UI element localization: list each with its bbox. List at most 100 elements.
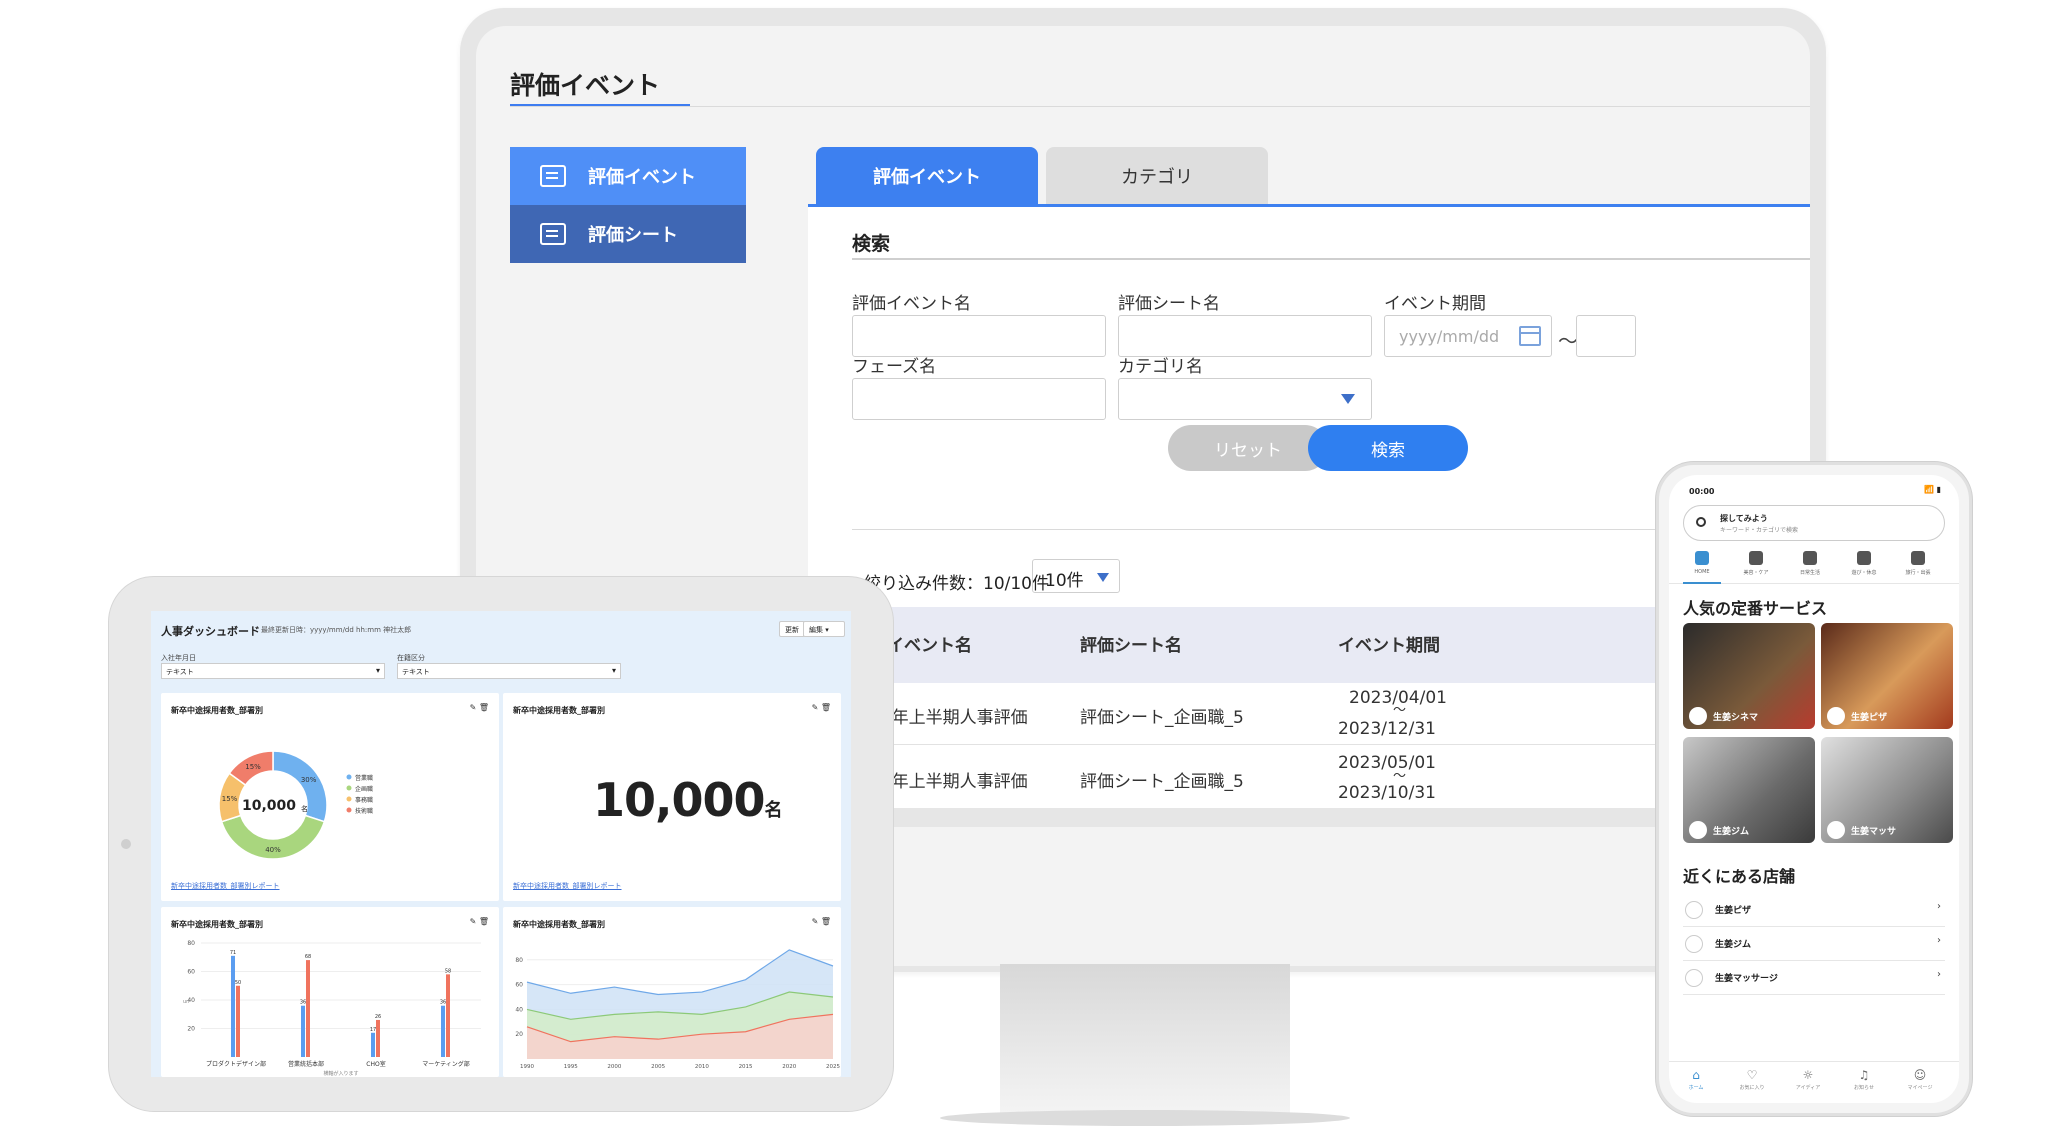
report-link[interactable]: 新卒中途採用者数_部署別レポート	[513, 881, 622, 891]
y-tick-label: 20	[187, 1026, 195, 1033]
period-end-input[interactable]	[1576, 315, 1636, 357]
category-home[interactable]: HOME	[1677, 551, 1727, 575]
tab-category[interactable]: カテゴリ	[1046, 147, 1268, 205]
nav-label: お知らせ	[1854, 1085, 1874, 1091]
home-icon: ⌂	[1692, 1068, 1700, 1082]
nav-favorites[interactable]: ♡ お気に入り	[1729, 1068, 1775, 1091]
update-button[interactable]: 更新	[779, 621, 805, 637]
bottom-nav: ⌂ ホーム ♡ お気に入り ☼ アイディア ♫ お知らせ ☺ マイページ	[1669, 1061, 1959, 1103]
category-select[interactable]	[1118, 378, 1372, 420]
dropdown-arrow-icon	[1097, 573, 1109, 582]
period-separator: ～	[1393, 703, 1407, 718]
category-active-indicator	[1683, 582, 1721, 584]
list-item-label: 生姜ジム	[1715, 940, 1752, 950]
list-item[interactable]: 生姜マッサージ ›	[1683, 961, 1945, 995]
nav-label: マイページ	[1907, 1085, 1933, 1091]
phone-device: 00:00 📶 ▮ 探してみよう キーワード・カテゴリで検索 HOME 美容・ケ…	[1656, 462, 1972, 1116]
nav-mypage[interactable]: ☺ マイページ	[1897, 1068, 1943, 1091]
kpi-value: 10,000名	[593, 773, 783, 827]
column-header-sheet[interactable]: 評価シート名	[1080, 631, 1182, 656]
sheet-name-input[interactable]	[1118, 315, 1372, 357]
sidebar-item-evaluation-sheet[interactable]: 評価シート	[510, 205, 746, 263]
category-play[interactable]: 遊び・休息	[1839, 551, 1889, 576]
service-tile-gym[interactable]: 生姜ジム	[1683, 737, 1815, 843]
category-label: 美容・ケア	[1743, 570, 1769, 576]
nav-ideas[interactable]: ☼ アイディア	[1785, 1068, 1831, 1091]
tab-bar: 評価イベント カテゴリ	[816, 147, 1276, 205]
bar-data-label: 68	[305, 954, 311, 960]
search-button[interactable]: 検索	[1308, 425, 1468, 471]
card-title: 新卒中途採用者数_部署別	[513, 706, 605, 715]
search-icon	[1696, 517, 1706, 527]
sidebar-item-evaluation-event[interactable]: 評価イベント	[510, 147, 746, 205]
phone-search-bar[interactable]: 探してみよう キーワード・カテゴリで検索	[1683, 505, 1945, 541]
search-section-title: 検索	[852, 233, 891, 255]
period-start-input[interactable]: yyyy/mm/dd	[1384, 315, 1552, 357]
x-tick-label: プロダクトデザイン部	[206, 1060, 266, 1068]
nav-home[interactable]: ⌂ ホーム	[1673, 1068, 1719, 1091]
per-page-value: 10件	[1045, 571, 1084, 591]
x-tick-label: 1990	[520, 1064, 534, 1070]
list-item[interactable]: 生姜ジム ›	[1683, 927, 1945, 961]
category-daily[interactable]: 日常生活	[1785, 551, 1835, 576]
bar-data-label: 58	[445, 968, 451, 974]
phase-name-input[interactable]	[852, 378, 1106, 420]
category-beauty[interactable]: 美容・ケア	[1731, 551, 1781, 576]
dashboard-card-kpi: 新卒中途採用者数_部署別 ✎ 🗑 10,000名 新卒中途採用者数_部署別レポー…	[503, 693, 841, 901]
popular-section-title: 人気の定番サービス	[1683, 599, 1828, 618]
search-title: 探してみよう	[1720, 514, 1768, 523]
filter-hire-date-label: 入社年月日	[161, 654, 196, 662]
calendar-icon[interactable]	[1519, 326, 1541, 346]
period-end: 2023/12/31	[1338, 719, 1436, 739]
list-item-label: 生姜ピザ	[1715, 906, 1752, 916]
legend-label: 企画職	[355, 785, 373, 793]
edit-button[interactable]: 編集 ▾	[803, 621, 845, 637]
report-link[interactable]: 新卒中途採用者数_部署別レポート	[171, 881, 280, 891]
y-tick-label: 80	[187, 940, 195, 947]
nav-label: お気に入り	[1739, 1085, 1765, 1091]
cell-sheet-name: 評価シート_企画職_5	[1080, 708, 1244, 728]
reset-button[interactable]: リセット	[1168, 425, 1328, 471]
bar	[446, 974, 450, 1057]
home-category-icon	[1695, 551, 1709, 565]
bar-data-label: 17	[370, 1027, 376, 1033]
category-travel[interactable]: 旅行・出張	[1893, 551, 1943, 576]
service-tile-massage[interactable]: 生姜マッサ	[1821, 737, 1953, 843]
donut-chart: 30% 40% 15% 15% 10,000 名 営業職企画職事務職技術職	[218, 750, 373, 860]
x-tick-label: 2020	[782, 1064, 796, 1070]
event-name-input[interactable]	[852, 315, 1106, 357]
bell-icon: ♫	[1858, 1068, 1870, 1082]
monitor-base	[940, 1110, 1350, 1126]
dumbbell-icon	[1685, 935, 1703, 953]
tab-evaluation-event[interactable]: 評価イベント	[816, 147, 1038, 205]
leaf-icon	[1685, 969, 1703, 987]
card-edit-delete-icons[interactable]: ✎ 🗑	[812, 703, 831, 712]
y-tick-label: 40	[515, 1006, 523, 1013]
sheet-icon	[540, 223, 566, 245]
period-separator: ～	[1558, 329, 1578, 353]
tile-label: 生姜ジム	[1713, 827, 1750, 837]
period-start: 2023/05/01	[1338, 753, 1436, 773]
nav-notifications[interactable]: ♫ お知らせ	[1841, 1068, 1887, 1091]
service-tile-cinema[interactable]: 生姜シネマ	[1683, 623, 1815, 729]
column-header-period[interactable]: イベント期間	[1338, 631, 1440, 656]
service-tile-pizza[interactable]: 生姜ピザ	[1821, 623, 1953, 729]
legend-marker	[346, 796, 352, 802]
list-item[interactable]: 生姜ピザ ›	[1683, 893, 1945, 927]
filter-hire-date-select[interactable]: テキスト	[161, 663, 385, 679]
sidebar-item-label: 評価イベント	[588, 167, 696, 188]
donut-slice-label: 15%	[222, 795, 238, 803]
hand-icon	[1857, 551, 1871, 565]
avatar-icon: ☺	[1913, 1068, 1927, 1082]
event-name-label: 評価イベント名	[852, 294, 971, 314]
phase-name-label: フェーズ名	[852, 357, 937, 377]
chevron-down-icon: ▾	[825, 626, 829, 634]
bar-data-label: 36	[440, 1000, 446, 1006]
category-name-label: カテゴリ名	[1118, 357, 1203, 377]
category-label: HOME	[1694, 569, 1710, 575]
lightbulb-icon: ☼	[1802, 1068, 1814, 1082]
per-page-select[interactable]: 10件	[1032, 559, 1120, 593]
donut-slice-label: 40%	[265, 846, 281, 854]
bar-data-label: 26	[375, 1014, 381, 1020]
filter-status-select[interactable]: テキスト	[397, 663, 621, 679]
